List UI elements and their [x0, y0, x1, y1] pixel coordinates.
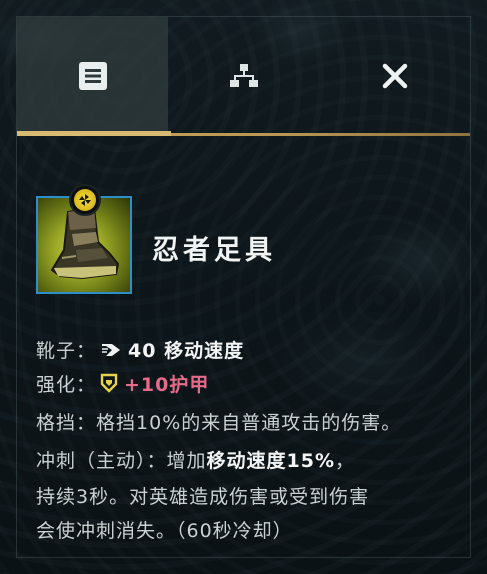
dash-line-2: 持续3秒。对英雄造成伤害或受到伤害	[36, 482, 369, 509]
tier-badge-icon	[69, 184, 101, 216]
active-tab-indicator	[17, 131, 171, 136]
enhance-label: 强化：	[36, 374, 97, 396]
stat-row-block: 格挡：格挡10%的来自普通攻击的伤害。	[36, 408, 401, 435]
close-icon	[382, 63, 407, 89]
badge-core	[74, 189, 96, 211]
tab-bar	[17, 17, 470, 135]
block-label: 格挡：	[36, 412, 97, 434]
boots-value: 40 移动速度	[128, 340, 245, 362]
tab-info[interactable]	[17, 17, 168, 135]
block-text: 格挡10%的来自普通攻击的伤害。	[96, 412, 402, 434]
stat-row-enhance: 强化： +10护甲	[36, 370, 209, 397]
armor-shield-icon	[100, 373, 118, 393]
tree-icon	[229, 64, 258, 87]
dash-text-1b: 移动速度15%	[206, 450, 336, 472]
stat-row-dash: 冲刺（主动）：增加移动速度15%，	[36, 446, 355, 473]
dash-line-3: 会使冲刺消失。（60秒冷却）	[36, 516, 293, 543]
tab-tree[interactable]	[168, 17, 319, 135]
enhance-value: +10护甲	[124, 374, 210, 396]
item-tooltip-panel: 忍者足具 靴子： 40 移动速度 强化： +10护甲 格挡：格挡10%的来自普通…	[0, 0, 487, 574]
boots-label: 靴子：	[36, 340, 97, 362]
dash-text-1c: ，	[335, 450, 356, 472]
dash-text-3: 会使冲刺消失。（60秒冷却）	[36, 520, 293, 542]
dash-text-1a: 增加	[166, 450, 207, 472]
move-speed-icon	[102, 344, 121, 356]
tab-close[interactable]	[319, 17, 470, 135]
list-icon	[78, 62, 107, 90]
item-name: 忍者足具	[152, 235, 276, 266]
dash-text-2: 持续3秒。对英雄造成伤害或受到伤害	[36, 486, 370, 508]
pinwheel-icon	[79, 194, 91, 206]
stat-row-boots: 靴子： 40 移动速度	[36, 336, 244, 363]
dash-label: 冲刺（主动）：	[36, 450, 167, 472]
